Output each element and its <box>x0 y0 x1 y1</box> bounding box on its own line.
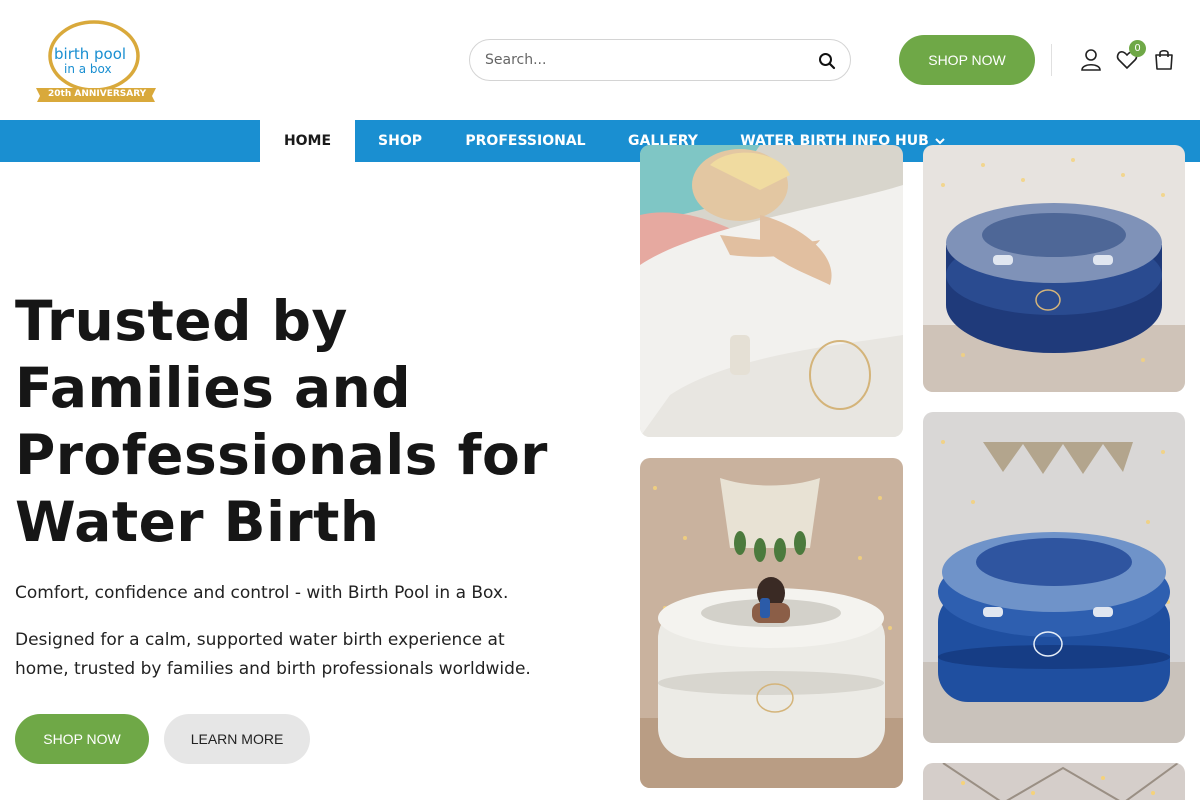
header-divider <box>1051 44 1052 76</box>
search-bar <box>469 39 851 81</box>
gallery-image-blue-pool <box>923 412 1185 743</box>
search-input[interactable] <box>485 49 805 71</box>
user-icon[interactable] <box>1080 48 1102 72</box>
nav-label: PROFESSIONAL <box>465 133 586 149</box>
hero-title-line: Trusted by <box>15 289 348 353</box>
hero-title-line: Families and <box>15 356 412 420</box>
hero-title: Trusted by Families and Professionals fo… <box>15 288 575 556</box>
hero-title-line: Water Birth <box>15 490 380 554</box>
search-icon[interactable] <box>818 52 836 70</box>
wishlist-count-badge: 0 <box>1129 40 1146 57</box>
bag-icon[interactable] <box>1153 48 1175 72</box>
hero-description: Designed for a calm, supported water bir… <box>15 630 531 679</box>
nav-label: SHOP <box>378 133 422 149</box>
header-shop-now-button[interactable]: SHOP NOW <box>899 35 1035 85</box>
logo-line-1: birth pool <box>54 45 126 63</box>
hero-subtitle: Comfort, confidence and control - with B… <box>15 583 509 603</box>
nav-label: HOME <box>283 133 332 149</box>
nav-item-home[interactable]: HOME <box>260 120 355 162</box>
nav-item-professional[interactable]: PROFESSIONAL <box>458 120 593 162</box>
logo-line-2: in a box <box>64 62 112 76</box>
hero-learn-more-button[interactable]: LEARN MORE <box>164 714 310 764</box>
hero-title-line: Professionals for <box>15 423 548 487</box>
gallery-image-woman-white-pool <box>640 145 903 437</box>
gallery-image-navy-pool <box>923 145 1185 392</box>
gallery-image-partial <box>923 763 1185 800</box>
nav-item-shop[interactable]: SHOP <box>365 120 435 162</box>
hero-shop-now-button[interactable]: SHOP NOW <box>15 714 149 764</box>
site-logo[interactable]: birth pool in a box 20th ANNIVERSARY <box>34 18 158 104</box>
logo-ribbon-text: 20th ANNIVERSARY <box>48 89 147 99</box>
gallery-image-woman-in-pool <box>640 458 903 788</box>
site-header: birth pool in a box 20th ANNIVERSARY SHO… <box>0 0 1200 120</box>
